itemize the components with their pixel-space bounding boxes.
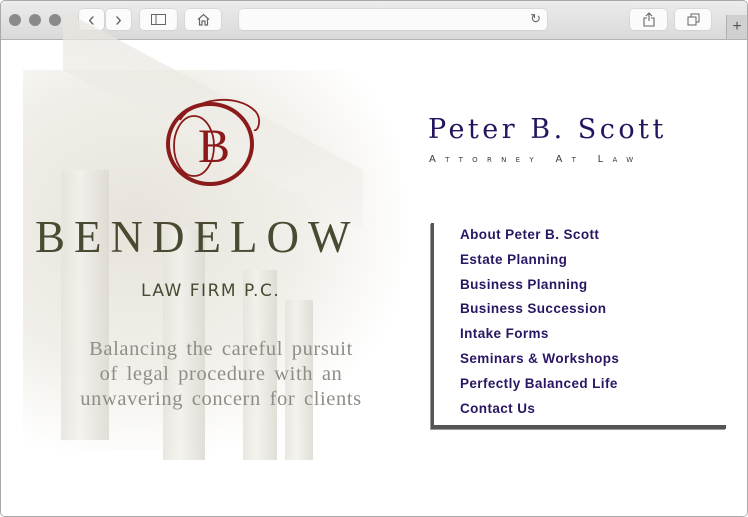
new-tab-button[interactable]: + bbox=[726, 15, 747, 39]
nav-link-business-planning[interactable]: Business Planning bbox=[460, 273, 726, 298]
brand-name: BENDELOW bbox=[35, 212, 360, 262]
main-nav: About Peter B. Scott Estate Planning Bus… bbox=[431, 223, 726, 429]
sidebar-icon bbox=[151, 14, 166, 25]
sidebar-button[interactable] bbox=[140, 9, 177, 30]
browser-toolbar: ‹ › ↻ + bbox=[1, 1, 747, 40]
nav-link-seminars[interactable]: Seminars & Workshops bbox=[460, 347, 726, 372]
home-icon bbox=[197, 13, 209, 26]
home-button[interactable] bbox=[185, 9, 221, 30]
tagline-line: of legal procedure with an bbox=[99, 363, 343, 385]
address-bar[interactable]: ↻ bbox=[239, 9, 547, 30]
nav-link-balanced-life[interactable]: Perfectly Balanced Life bbox=[460, 372, 726, 397]
tagline-line: Balancing the careful pursuit bbox=[89, 338, 353, 360]
nav-link-business-succession[interactable]: Business Succession bbox=[460, 297, 726, 322]
minimize-window-button[interactable] bbox=[29, 14, 41, 26]
share-icon bbox=[642, 12, 655, 27]
close-window-button[interactable] bbox=[9, 14, 21, 26]
logo-letter: B bbox=[198, 120, 230, 173]
attorney-name: Peter B. Scott bbox=[428, 114, 667, 145]
tagline: Balancing the careful pursuit of legal p… bbox=[61, 337, 381, 412]
nav-link-contact[interactable]: Contact Us bbox=[460, 397, 726, 422]
zoom-window-button[interactable] bbox=[49, 14, 61, 26]
attorney-title: Attorney At Law bbox=[429, 154, 643, 165]
bendelow-logo-icon: B bbox=[166, 98, 260, 186]
reload-icon[interactable]: ↻ bbox=[530, 11, 541, 27]
forward-button[interactable]: › bbox=[106, 9, 131, 30]
plus-icon: + bbox=[732, 18, 742, 35]
nav-link-intake-forms[interactable]: Intake Forms bbox=[460, 322, 726, 347]
tagline-line: unwavering concern for clients bbox=[80, 388, 362, 410]
firm-label: LAW FIRM P.C. bbox=[141, 281, 281, 301]
nav-link-about[interactable]: About Peter B. Scott bbox=[460, 223, 726, 248]
page-content: B BENDELOW LAW FIRM P.C. Balancing the c… bbox=[1, 10, 747, 516]
nav-link-estate-planning[interactable]: Estate Planning bbox=[460, 248, 726, 273]
tabs-icon bbox=[687, 13, 699, 26]
browser-window: ‹ › ↻ + B BENDELOW LAW FIRM P.C. Balanci… bbox=[0, 0, 748, 517]
chevron-right-icon: › bbox=[115, 8, 122, 31]
share-button[interactable] bbox=[630, 9, 667, 30]
tabs-overview-button[interactable] bbox=[675, 9, 711, 30]
